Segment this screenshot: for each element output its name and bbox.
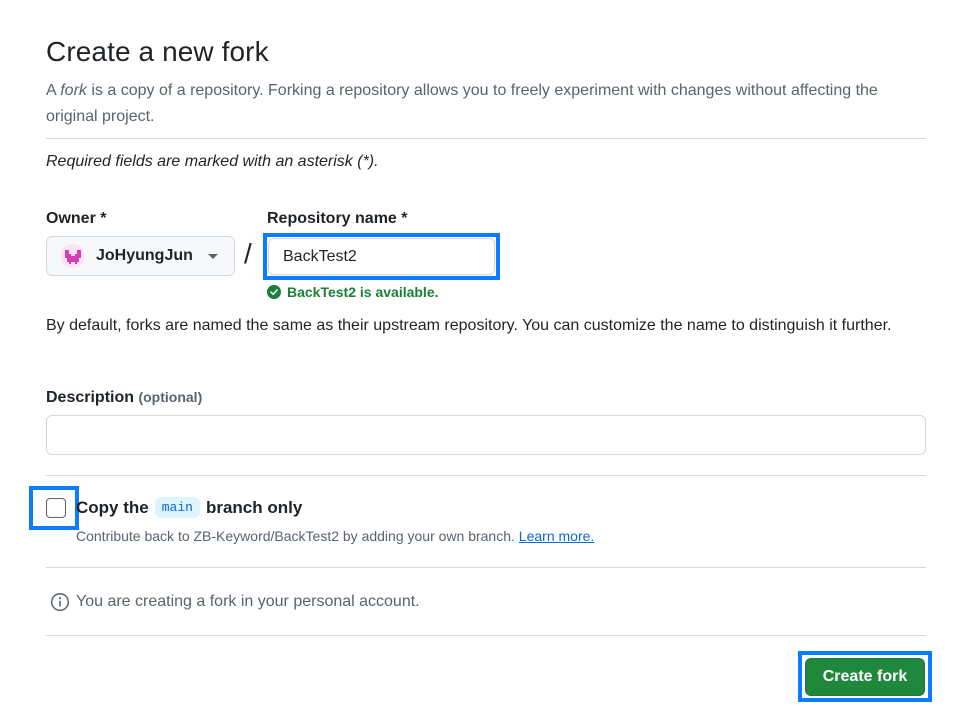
check-circle-icon bbox=[267, 285, 281, 299]
divider bbox=[46, 138, 926, 139]
owner-dropdown[interactable]: JoHyungJun bbox=[46, 236, 235, 276]
optional-tag: (optional) bbox=[138, 389, 203, 405]
required-fields-note: Required fields are marked with an aster… bbox=[46, 153, 379, 170]
page-subtitle: A fork is a copy of a repository. Forkin… bbox=[46, 78, 896, 130]
copy-branch-label-suffix: branch only bbox=[205, 497, 303, 517]
avatar bbox=[61, 244, 85, 268]
divider bbox=[46, 475, 926, 476]
subtitle-prefix: A bbox=[46, 82, 61, 99]
info-icon bbox=[50, 592, 70, 612]
info-text: You are creating a fork in your personal… bbox=[76, 593, 420, 610]
copy-branch-help: Contribute back to ZB-Keyword/BackTest2 … bbox=[76, 528, 594, 544]
chevron-down-icon bbox=[208, 254, 218, 259]
copy-branch-label[interactable]: Copy the main branch only bbox=[76, 497, 302, 518]
divider bbox=[46, 635, 926, 636]
owner-name: JoHyungJun bbox=[96, 247, 193, 264]
divider bbox=[46, 567, 926, 568]
description-label: Description (optional) bbox=[46, 389, 202, 407]
owner-label: Owner * bbox=[46, 210, 107, 227]
repository-name-label: Repository name * bbox=[267, 210, 408, 227]
copy-branch-help-text: Contribute back to ZB-Keyword/BackTest2 … bbox=[76, 528, 515, 544]
subtitle-rest: is a copy of a repository. Forking a rep… bbox=[46, 82, 878, 125]
repository-name-input[interactable] bbox=[268, 238, 495, 275]
owner-repo-separator: / bbox=[244, 238, 252, 269]
branch-name-code: main bbox=[154, 497, 200, 518]
availability-text: BackTest2 is available. bbox=[287, 284, 439, 300]
create-fork-button[interactable]: Create fork bbox=[805, 658, 925, 696]
learn-more-link[interactable]: Learn more. bbox=[519, 528, 594, 544]
personal-account-notice: You are creating a fork in your personal… bbox=[50, 592, 420, 612]
subtitle-fork-word: fork bbox=[60, 82, 87, 99]
copy-branch-label-prefix: Copy the bbox=[76, 497, 149, 517]
copy-main-branch-checkbox[interactable] bbox=[46, 498, 66, 518]
description-label-text: Description bbox=[46, 389, 135, 406]
naming-help-text: By default, forks are named the same as … bbox=[46, 317, 892, 334]
description-input[interactable] bbox=[46, 415, 926, 455]
page-title: Create a new fork bbox=[46, 36, 269, 67]
availability-status: BackTest2 is available. bbox=[267, 284, 439, 300]
